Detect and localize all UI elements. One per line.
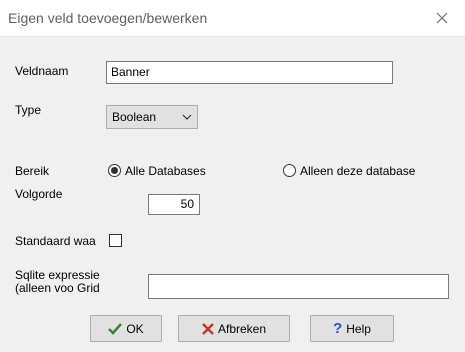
bereik-option-this-label: Alleen deze database [300, 164, 416, 178]
cancel-button[interactable]: Afbreken [178, 315, 290, 342]
type-label: Type [15, 103, 42, 117]
veldnaam-label: Veldnaam [15, 64, 69, 78]
ok-button[interactable]: OK [90, 315, 162, 342]
veldnaam-input[interactable]: Banner [106, 61, 393, 84]
radio-unselected-icon [283, 164, 296, 177]
sqlite-label-line2: (alleen voo Grid [15, 281, 100, 295]
window-title: Eigen veld toevoegen/bewerken [8, 10, 208, 26]
bereik-option-this[interactable]: Alleen deze database [283, 163, 453, 179]
volgorde-label: Volgorde [15, 187, 63, 201]
standaard-label: Standaard waa [15, 234, 96, 248]
type-select[interactable]: Boolean [106, 105, 198, 129]
radio-selected-icon [108, 164, 121, 177]
volgorde-input[interactable]: 50 [148, 194, 200, 215]
type-select-value: Boolean [112, 110, 157, 124]
close-icon [436, 12, 448, 24]
title-bar: Eigen veld toevoegen/bewerken [0, 0, 465, 37]
close-button[interactable] [419, 0, 465, 36]
checkmark-icon [108, 322, 123, 335]
bereik-label: Bereik [15, 164, 50, 178]
bereik-option-all[interactable]: Alle Databases [108, 163, 238, 179]
chevron-down-icon [182, 114, 192, 120]
question-mark-icon: ? [333, 320, 343, 337]
cancel-button-label: Afbreken [217, 321, 267, 336]
cross-icon [202, 322, 214, 335]
bereik-option-all-label: Alle Databases [125, 164, 206, 178]
standaard-checkbox[interactable] [109, 234, 122, 247]
sqlite-label-line1: Sqlite expressie [15, 268, 100, 282]
ok-button-label: OK [126, 321, 144, 336]
help-button[interactable]: ? Help [310, 315, 394, 342]
sqlite-input[interactable] [148, 274, 449, 299]
help-button-label: Help [346, 321, 371, 336]
